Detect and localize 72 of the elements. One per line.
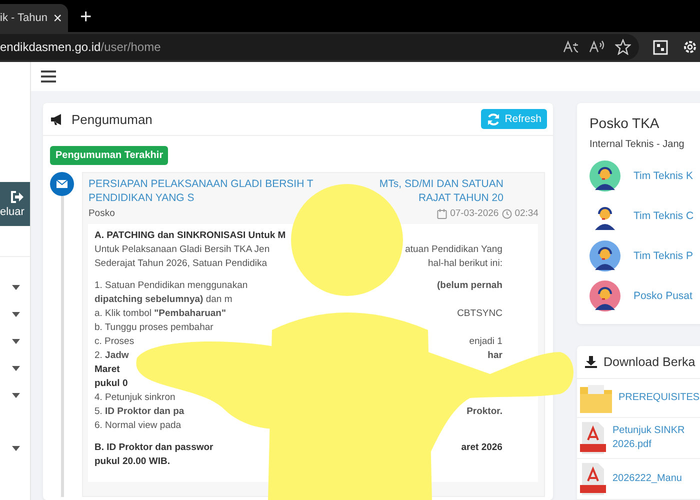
post-text: a. Klik tombol "Pembaharuan": [94, 307, 226, 321]
caret-icon[interactable]: [12, 339, 20, 344]
post-time: 02:34: [514, 208, 538, 219]
calendar-icon: [437, 208, 448, 218]
post-text: CBTSYNC: [457, 307, 502, 321]
caret-icon[interactable]: [12, 366, 20, 371]
post-text: aret 2026: [461, 441, 502, 455]
download-icon: [585, 356, 598, 368]
refresh-button[interactable]: Refresh: [480, 109, 548, 129]
post-author: Posko: [88, 208, 115, 219]
contact-link[interactable]: Tim Teknis P: [633, 250, 693, 262]
file-link[interactable]: Petunjuk SINKR 2026.pdf: [612, 424, 685, 452]
post-title[interactable]: PERSIAPAN PELAKSANAAN GLADI BERSIH T MTs, SD/MI DAN SATUAN PENDIDIKAN YANG S RAJAT TAHUN 20: [88, 177, 538, 205]
post-date: 07-03-2026: [450, 208, 499, 219]
post-text: c. Proses: [94, 335, 134, 349]
close-tab-button[interactable]: ×: [53, 10, 62, 26]
translate-icon[interactable]: [563, 40, 579, 54]
post-text: dipatching sebelumnya) dan m: [94, 293, 232, 307]
caret-icon[interactable]: [12, 285, 20, 290]
folder-icon: [580, 383, 612, 413]
contact-link[interactable]: Posko Pusat: [633, 290, 692, 302]
caret-icon[interactable]: [12, 446, 20, 451]
qr-code-icon[interactable]: [653, 40, 668, 54]
clock-icon: [502, 208, 512, 218]
url-text: endikdasmen.go.id/user/home: [0, 40, 161, 54]
pdf-file-icon: [580, 422, 606, 454]
card-title: Pengumuman: [71, 112, 152, 126]
post-text: 5. ID Proktor dan pa: [94, 405, 184, 419]
post-text: Sederajat Tahun 2026, Satuan Pendidika: [94, 257, 268, 271]
contact-link[interactable]: Tim Teknis K: [633, 170, 693, 182]
file-link[interactable]: 2026222_Manu: [612, 472, 682, 486]
refresh-icon: [486, 112, 500, 126]
post-text: atuan Pendidikan Yang: [405, 243, 502, 257]
envelope-icon: [50, 172, 74, 196]
post-text: hal-hal berikut ini:: [428, 257, 502, 271]
post-text: A. PATCHING dan SINKRONISASI Untuk M: [94, 229, 286, 243]
post-text: 1. Satuan Pendidikan menggunakan: [94, 279, 248, 293]
post-text: Maret: [94, 363, 120, 377]
post-text: enjadi 1: [469, 335, 502, 349]
post-text: 2. Jadw: [94, 349, 129, 363]
menu-icon[interactable]: [41, 70, 56, 83]
card-title: Download Berka: [603, 355, 696, 369]
card-subtitle: Internal Teknis - Jang: [589, 139, 686, 150]
pdf-file-icon: [580, 463, 606, 495]
post-text: pukul 0: [94, 377, 128, 391]
gear-icon[interactable]: [682, 39, 698, 55]
new-tab-button[interactable]: +: [80, 5, 92, 29]
post-text: B. ID Proktor dan passwor: [94, 441, 214, 455]
post-text: Untuk Pelaksanaan Gladi Bersih TKA Jen: [94, 243, 270, 257]
latest-badge: Pengumuman Terakhir: [50, 146, 168, 165]
post-text: 6. Normal view pada: [94, 419, 182, 433]
post-text: (belum pernah: [437, 279, 502, 293]
star-icon[interactable]: [615, 39, 631, 55]
caret-icon[interactable]: [12, 393, 20, 398]
caret-icon[interactable]: [12, 312, 20, 317]
post-text: pukul 20.00 WIB.: [94, 455, 170, 469]
post-text: b. Tunggu proses pembahar: [94, 321, 214, 335]
post-text: 4. Petunjuk sinkron: [94, 391, 176, 405]
contact-link[interactable]: Tim Teknis C: [633, 210, 694, 222]
logout-icon: [10, 190, 24, 202]
support-agent-icon: [589, 240, 622, 272]
browser-tab[interactable]: ik - Tahun ×: [0, 4, 68, 32]
read-aloud-icon[interactable]: [589, 40, 605, 54]
logout-button[interactable]: eluar: [0, 182, 30, 226]
card-title: Posko TKA: [589, 115, 660, 131]
support-agent-icon: [589, 160, 622, 192]
support-agent-icon: [589, 280, 622, 312]
file-link[interactable]: PREREQUISITES: [618, 391, 700, 405]
post-text: Proktor.: [466, 405, 502, 419]
tab-title: ik - Tahun: [0, 12, 48, 24]
address-bar[interactable]: endikdasmen.go.id/user/home: [0, 34, 639, 60]
post-text: har: [488, 349, 502, 363]
